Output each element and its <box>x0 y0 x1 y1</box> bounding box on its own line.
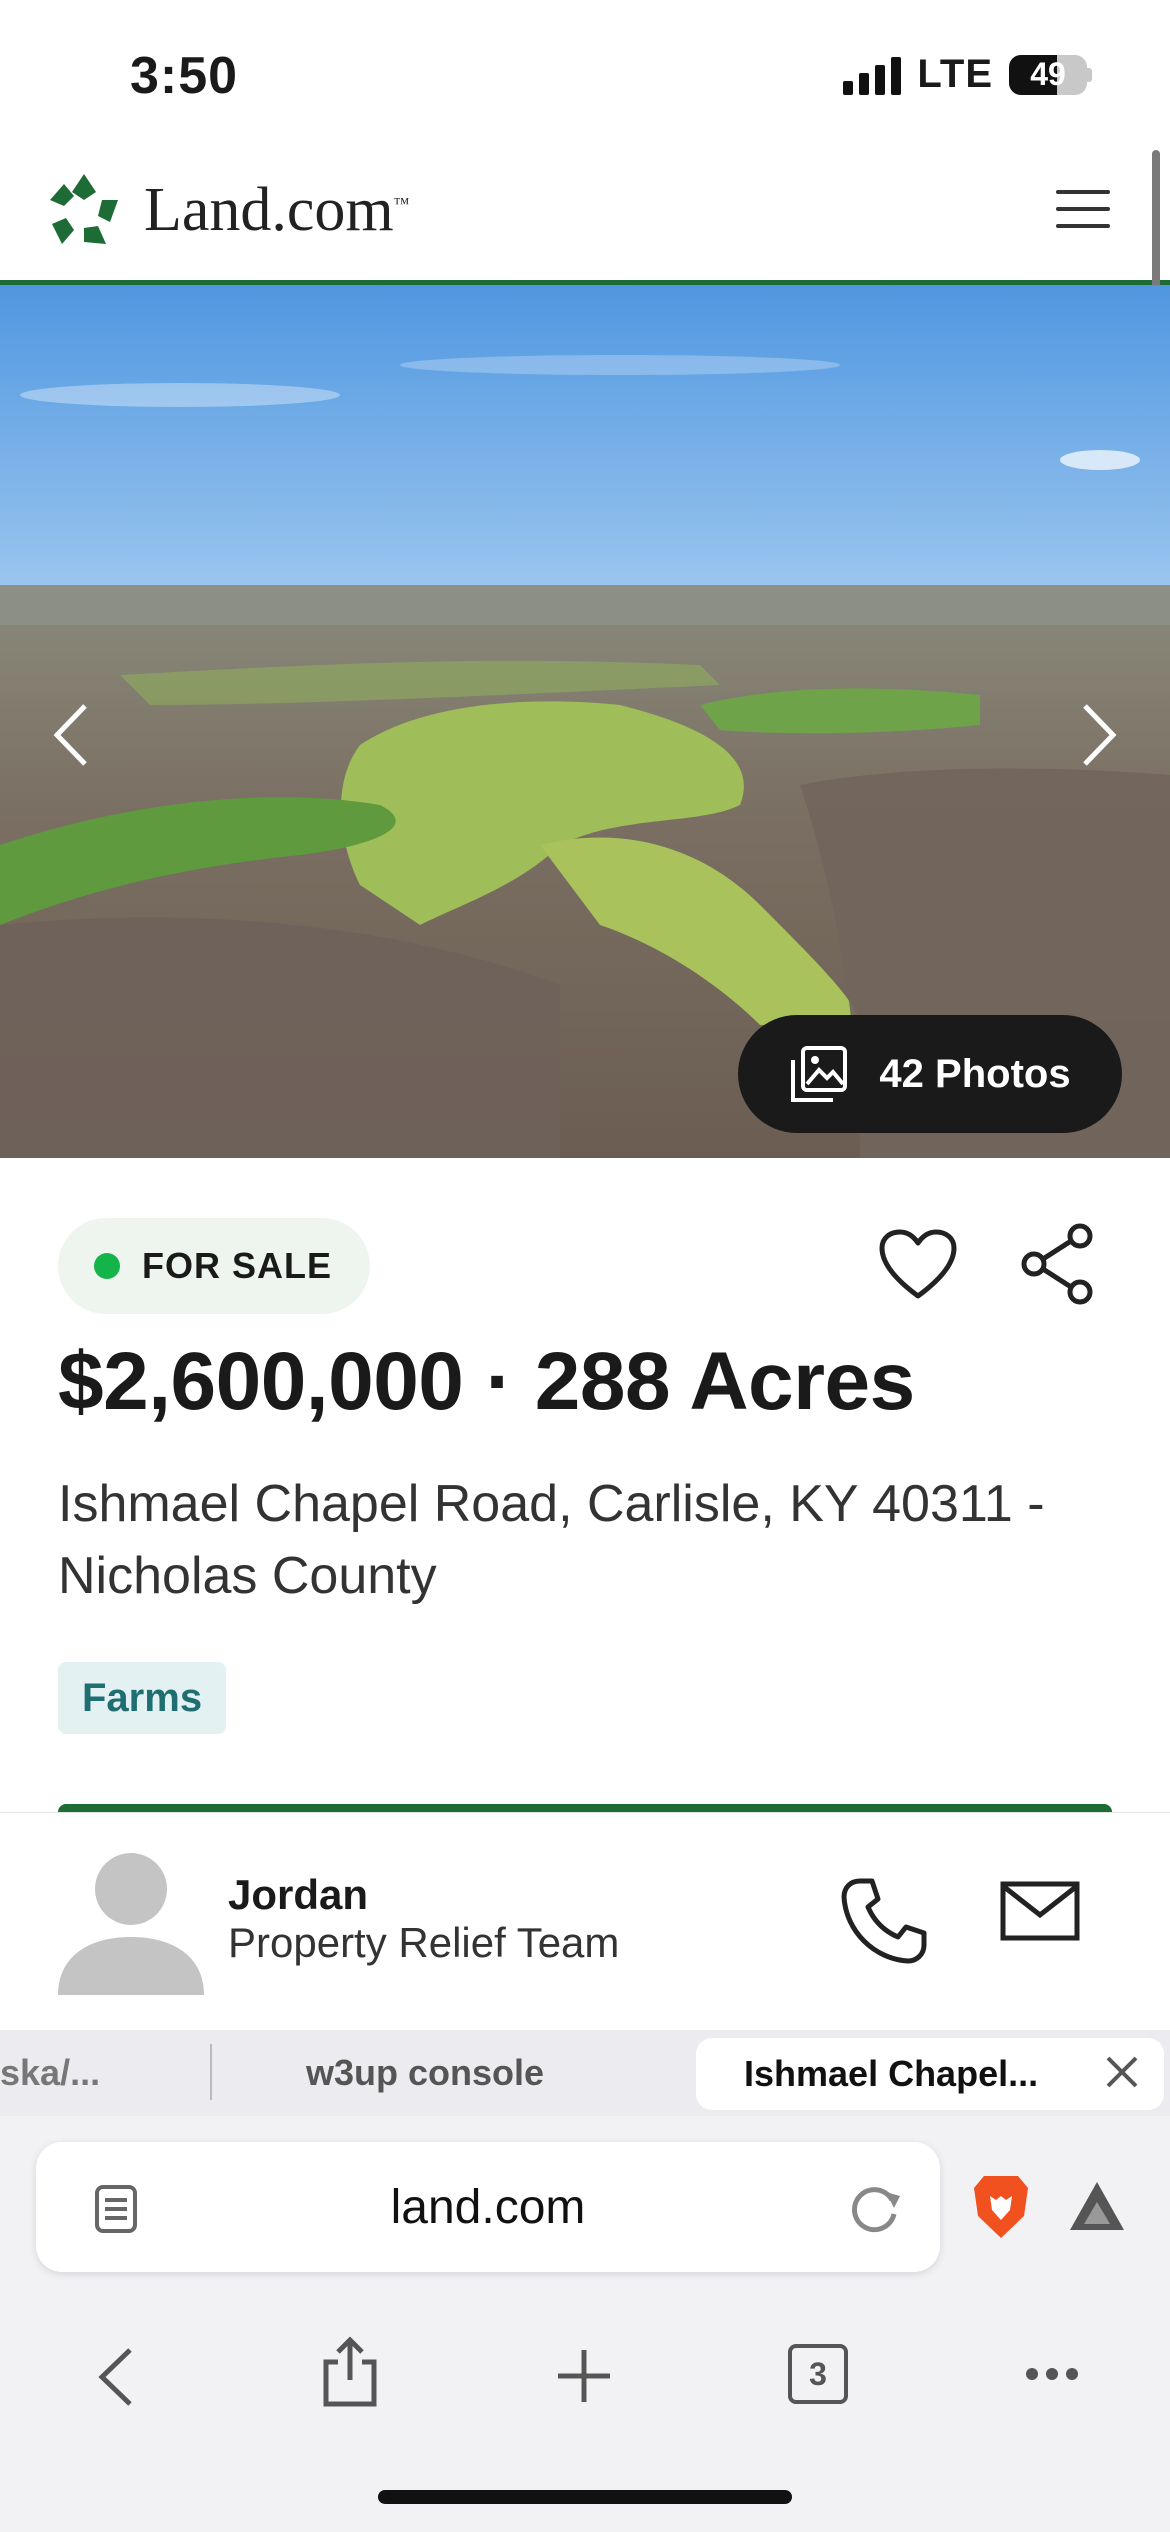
mail-icon <box>1000 1881 1080 1941</box>
call-button[interactable] <box>838 1875 930 1972</box>
brave-rewards-button[interactable] <box>1066 2178 1128 2239</box>
status-time: 3:50 <box>130 47 239 105</box>
browser-tab-active[interactable]: Ishmael Chapel... <box>696 2038 1164 2110</box>
view-photos-button[interactable]: 42 Photos <box>738 1015 1122 1133</box>
more-menu-button[interactable] <box>1024 2366 1080 2387</box>
price-acreage: $2,600,000 · 288 Acres <box>58 1336 915 1427</box>
agent-name: Jordan <box>228 1871 369 1918</box>
share-page-button[interactable] <box>320 2336 380 2413</box>
email-button[interactable] <box>1000 1881 1080 1946</box>
brave-shields-button[interactable] <box>970 2172 1032 2247</box>
heart-icon <box>879 1229 957 1299</box>
share-button[interactable] <box>1020 1222 1096 1311</box>
plus-icon <box>558 2350 610 2402</box>
rewards-triangle-icon <box>1070 2182 1124 2230</box>
chevron-left-icon <box>53 704 87 766</box>
battery-icon: 49 <box>1009 54 1087 95</box>
share-icon <box>1021 1223 1093 1305</box>
logo-trademark: ™ <box>393 194 410 212</box>
address-bar[interactable]: land.com <box>36 2142 940 2272</box>
hero-photo[interactable]: 42 Photos <box>0 285 1170 1158</box>
home-indicator[interactable] <box>378 2490 792 2504</box>
status-label: FOR SALE <box>142 1245 333 1286</box>
browser-tab-strip: ska/... w3up console Ishmael Chapel... <box>0 2030 1170 2116</box>
agent-team: Property Relief Team <box>228 1919 620 1966</box>
reload-icon <box>852 2187 900 2233</box>
browser-toolbar: land.com 3 <box>0 2116 1170 2532</box>
browser-tab-label: ska/... <box>0 2052 101 2093</box>
listing-address: Ishmael Chapel Road, Carlisle, KY 40311 … <box>58 1475 1045 1605</box>
browser-nav-row: 3 <box>0 2316 1170 2436</box>
site-header: Land.com™ <box>0 140 1170 285</box>
status-badge: FOR SALE <box>58 1218 371 1314</box>
person-icon <box>58 1853 204 1995</box>
landcom-logo-icon <box>50 174 118 244</box>
tab-switcher-button[interactable]: 3 <box>788 2344 848 2404</box>
network-label: LTE <box>917 52 993 96</box>
back-button[interactable] <box>92 2344 142 2415</box>
share-upload-icon <box>323 2336 377 2407</box>
logo-text: Land.com <box>144 175 394 244</box>
chevron-left-icon <box>98 2348 132 2406</box>
close-tab-button[interactable] <box>1102 2052 1142 2097</box>
close-icon <box>1106 2056 1138 2088</box>
photos-count-label: 42 Photos <box>879 1051 1071 1096</box>
property-type-tag[interactable]: Farms <box>58 1662 227 1734</box>
favorite-button[interactable] <box>878 1228 958 1307</box>
browser-tab-label: Ishmael Chapel... <box>744 2053 1039 2094</box>
status-indicators: LTE 49 <box>843 52 1092 97</box>
prev-photo-button[interactable] <box>36 685 106 785</box>
chevron-right-icon <box>1083 704 1117 766</box>
signal-icon <box>843 55 902 95</box>
phone-icon <box>841 1878 927 1964</box>
browser-tab[interactable]: w3up console <box>212 2030 638 2116</box>
site-logo[interactable]: Land.com™ <box>44 170 409 250</box>
avatar <box>58 1849 204 1995</box>
new-tab-button[interactable] <box>554 2346 614 2411</box>
battery-level: 49 <box>1030 56 1066 92</box>
menu-icon[interactable] <box>1056 190 1110 228</box>
browser-tab-label: w3up console <box>305 2052 545 2093</box>
brave-lion-icon <box>974 2176 1028 2238</box>
browser-tab[interactable]: ska/... <box>0 2030 200 2116</box>
next-photo-button[interactable] <box>1064 685 1134 785</box>
agent-contact-bar: Jordan Property Relief Team <box>0 1812 1170 2031</box>
status-dot <box>94 1253 120 1279</box>
reload-button[interactable] <box>848 2182 904 2239</box>
photo-gallery-icon <box>791 1046 848 1102</box>
tab-count: 3 <box>809 2355 827 2392</box>
more-dots-icon <box>1026 2368 1078 2380</box>
url-text: land.com <box>390 2180 586 2234</box>
